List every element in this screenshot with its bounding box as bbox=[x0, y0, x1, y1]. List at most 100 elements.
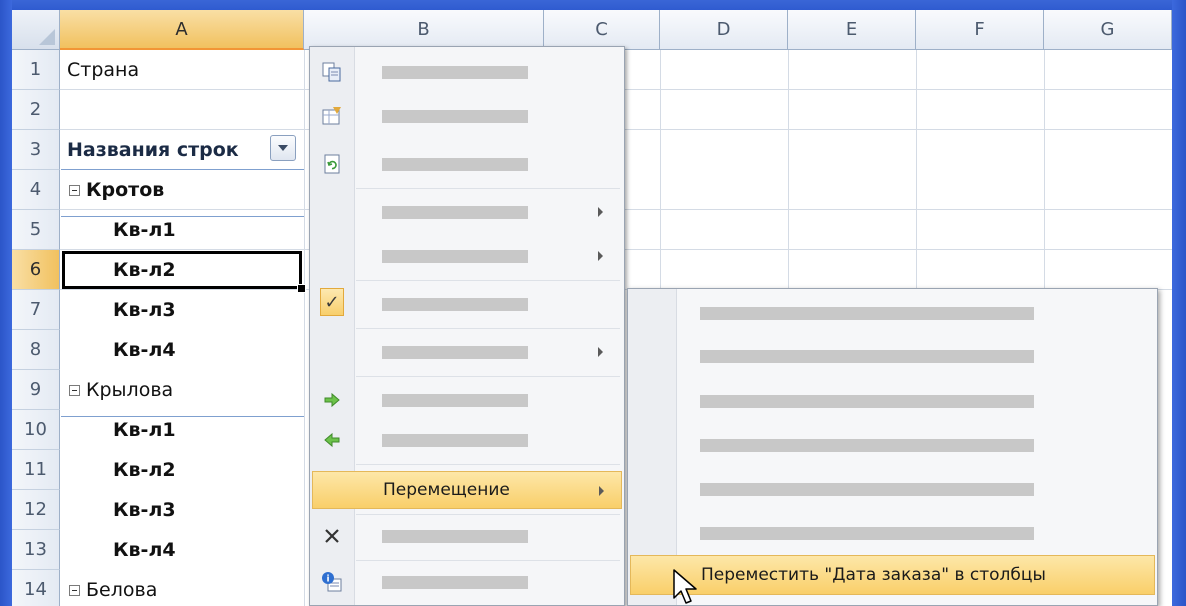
format-cells-icon bbox=[320, 104, 344, 128]
cell-a14[interactable]: Белова bbox=[61, 570, 304, 606]
row-header-8[interactable]: 8 bbox=[12, 330, 60, 370]
cell-a8[interactable]: Кв-л4 bbox=[61, 330, 304, 370]
arrow-right-icon bbox=[320, 388, 344, 412]
column-header-a[interactable]: A bbox=[60, 10, 304, 50]
menu-item-checked[interactable]: ✓ bbox=[312, 285, 622, 323]
menu-item-placeholder-text bbox=[382, 530, 528, 543]
cell-a13[interactable]: Кв-л4 bbox=[61, 530, 304, 570]
column-header-c[interactable]: C bbox=[544, 10, 660, 50]
submenu-item-5[interactable] bbox=[630, 467, 1155, 507]
column-header-f[interactable]: F bbox=[916, 10, 1044, 50]
move-submenu: Переместить "Дата заказа" в столбцы bbox=[627, 288, 1158, 606]
menu-separator bbox=[356, 514, 620, 515]
close-icon bbox=[320, 524, 344, 548]
select-all-corner[interactable] bbox=[12, 10, 60, 50]
row-labels-filter-button[interactable] bbox=[270, 135, 296, 161]
submenu-arrow-icon bbox=[598, 251, 603, 261]
refresh-icon bbox=[320, 152, 344, 176]
cell-a7[interactable]: Кв-л3 bbox=[61, 290, 304, 330]
menu-item-placeholder-text bbox=[382, 298, 528, 311]
submenu-item-move-to-columns[interactable]: Переместить "Дата заказа" в столбцы bbox=[630, 555, 1155, 595]
menu-item-placeholder-text bbox=[382, 434, 528, 447]
checkmark-icon: ✓ bbox=[320, 288, 344, 316]
menu-separator bbox=[356, 328, 620, 329]
field-settings-icon: i bbox=[320, 570, 344, 594]
submenu-item-1[interactable] bbox=[630, 291, 1155, 331]
row-header-6[interactable]: 6 bbox=[12, 250, 60, 290]
menu-item-placeholder-text bbox=[700, 483, 1034, 496]
menu-separator bbox=[356, 464, 620, 465]
menu-item-field-settings[interactable]: i bbox=[312, 563, 622, 601]
submenu-item-4[interactable] bbox=[630, 423, 1155, 463]
row-header-14[interactable]: 14 bbox=[12, 570, 60, 606]
row-header-7[interactable]: 7 bbox=[12, 290, 60, 330]
menu-item-placeholder-text bbox=[382, 346, 528, 359]
group-label: Белова bbox=[86, 579, 158, 601]
menu-item-copy[interactable] bbox=[312, 53, 622, 91]
column-header-e[interactable]: E bbox=[788, 10, 916, 50]
menu-item-placeholder-text bbox=[382, 206, 528, 219]
menu-item-placeholder-text bbox=[700, 527, 1034, 540]
submenu-item-move-to-columns-label: Переместить "Дата заказа" в столбцы bbox=[701, 565, 1046, 585]
pivot-row-labels-header[interactable]: Названия строк bbox=[61, 130, 304, 170]
menu-item-placeholder-text bbox=[382, 394, 528, 407]
fill-handle[interactable] bbox=[297, 284, 306, 293]
row-header-9[interactable]: 9 bbox=[12, 370, 60, 410]
menu-separator bbox=[356, 188, 620, 189]
menu-item-move-label: Перемещение bbox=[383, 480, 510, 500]
menu-item-move[interactable]: Перемещение bbox=[312, 471, 622, 509]
row-header-2[interactable]: 2 bbox=[12, 90, 60, 130]
row-header-10[interactable]: 10 bbox=[12, 410, 60, 450]
submenu-item-2[interactable] bbox=[630, 334, 1155, 374]
submenu-arrow-icon bbox=[598, 207, 603, 217]
column-header-b[interactable]: B bbox=[304, 10, 544, 50]
collapse-minus-icon[interactable] bbox=[69, 584, 80, 596]
row-header-12[interactable]: 12 bbox=[12, 490, 60, 530]
menu-item-placeholder-text bbox=[700, 395, 1034, 408]
menu-item-placeholder-text bbox=[700, 439, 1034, 452]
copy-icon bbox=[320, 60, 344, 84]
cell-a12[interactable]: Кв-л3 bbox=[61, 490, 304, 530]
cell-a9[interactable]: Крылова bbox=[61, 370, 304, 410]
row-header-13[interactable]: 13 bbox=[12, 530, 60, 570]
menu-item-placeholder-text bbox=[700, 350, 1034, 363]
menu-item-refresh[interactable] bbox=[312, 145, 622, 183]
menu-item-expand[interactable] bbox=[312, 381, 622, 419]
cell-a5[interactable]: Кв-л1 bbox=[61, 210, 304, 250]
window-frame-top bbox=[0, 0, 1186, 10]
menu-separator bbox=[356, 376, 620, 377]
row-header-5[interactable]: 5 bbox=[12, 210, 60, 250]
menu-item-format-cells[interactable] bbox=[312, 97, 622, 135]
cell-a4[interactable]: Кротов bbox=[61, 170, 304, 210]
column-header-g[interactable]: G bbox=[1044, 10, 1172, 50]
menu-item-placeholder-text bbox=[382, 66, 528, 79]
menu-separator bbox=[356, 280, 620, 281]
collapse-minus-icon[interactable] bbox=[69, 384, 80, 396]
group-label: Кротов bbox=[86, 179, 165, 201]
submenu-item-6[interactable] bbox=[630, 511, 1155, 551]
menu-item-placeholder-text bbox=[382, 158, 528, 171]
menu-item-submenu-2[interactable] bbox=[312, 237, 622, 275]
cell-a2[interactable] bbox=[61, 90, 304, 130]
cell-a10[interactable]: Кв-л1 bbox=[61, 410, 304, 450]
row-header-11[interactable]: 11 bbox=[12, 450, 60, 490]
collapse-minus-icon[interactable] bbox=[69, 184, 80, 196]
submenu-arrow-icon bbox=[599, 486, 604, 496]
arrow-left-icon bbox=[320, 428, 344, 452]
row-header-3[interactable]: 3 bbox=[12, 130, 60, 170]
mouse-cursor-icon bbox=[673, 569, 697, 604]
dropdown-arrow-icon bbox=[278, 145, 288, 151]
menu-separator bbox=[356, 560, 620, 561]
column-header-d[interactable]: D bbox=[660, 10, 788, 50]
menu-item-remove[interactable] bbox=[312, 517, 622, 555]
row-header-1[interactable]: 1 bbox=[12, 50, 60, 90]
context-menu: ✓ Перемещение i bbox=[309, 46, 625, 606]
menu-item-collapse[interactable] bbox=[312, 421, 622, 459]
cell-a11[interactable]: Кв-л2 bbox=[61, 450, 304, 490]
menu-item-submenu-3[interactable] bbox=[312, 333, 622, 371]
submenu-item-3[interactable] bbox=[630, 379, 1155, 419]
cell-a1[interactable]: Страна bbox=[61, 50, 304, 90]
menu-item-placeholder-text bbox=[382, 250, 528, 263]
menu-item-submenu-1[interactable] bbox=[312, 193, 622, 231]
row-header-4[interactable]: 4 bbox=[12, 170, 60, 210]
